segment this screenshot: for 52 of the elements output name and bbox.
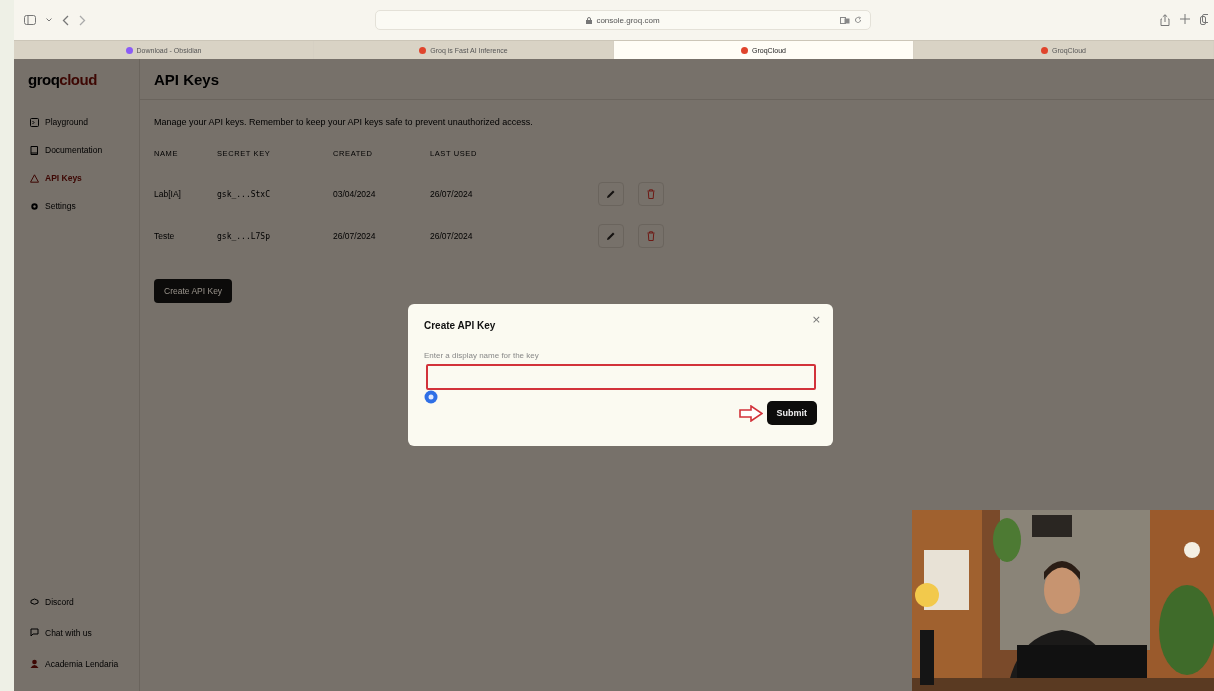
arrow-icon <box>738 404 763 422</box>
warning-triangle-icon <box>30 173 39 183</box>
sidebar-item[interactable]: Playground <box>28 108 129 136</box>
controller-icon <box>30 597 39 606</box>
avatar-icon <box>30 659 39 668</box>
table-cell: 03/04/2024 <box>333 173 430 215</box>
sidebar-item[interactable]: Documentation <box>28 136 129 164</box>
table-cell: gsk_...L7Sp <box>217 215 333 257</box>
tabs-icon[interactable] <box>1200 14 1208 25</box>
chevron-down-icon[interactable] <box>46 18 52 22</box>
settings-icon <box>30 201 39 211</box>
close-button[interactable]: × <box>809 313 823 326</box>
sidebar-item[interactable]: Discord <box>28 586 129 617</box>
share-icon[interactable] <box>1160 14 1170 26</box>
chat-icon <box>30 628 39 637</box>
sidebar-item[interactable]: Chat with us <box>28 617 129 648</box>
sidebar-item[interactable]: API Keys <box>28 164 129 192</box>
table-cell: Lab[IA] <box>154 173 217 215</box>
edit-button[interactable] <box>598 182 624 206</box>
reload-icon[interactable] <box>854 16 862 24</box>
field-label: Enter a display name for the key <box>424 351 540 360</box>
table-cell: Teste <box>154 215 217 257</box>
table-cell: 26/07/2024 <box>333 215 430 257</box>
forward-icon[interactable] <box>79 14 86 26</box>
address-bar[interactable]: console.groq.com <box>375 10 871 30</box>
table-cell-text: 26/07/2024 <box>430 230 474 243</box>
pencil-icon <box>606 231 616 241</box>
trash-icon <box>647 231 655 241</box>
description-text: Manage your API keys. Remember to keep your API keys safe to prevent unauthorized access. <box>154 117 534 127</box>
trash-icon <box>647 189 655 199</box>
edit-button[interactable] <box>598 224 624 248</box>
terminal-icon <box>30 117 39 127</box>
groqcloud-logo: groqcloud <box>28 71 97 88</box>
pencil-icon <box>606 189 616 199</box>
table-cell-text: 26/07/2024 <box>430 188 474 201</box>
table-cell: gsk_...StxC <box>217 173 333 215</box>
back-icon[interactable] <box>62 14 69 26</box>
dialog-title: Create API Key <box>424 320 497 331</box>
page-title: API Keys <box>140 59 1214 100</box>
cursor-ring-icon <box>424 390 438 404</box>
new-tab-icon[interactable] <box>1180 14 1190 24</box>
delete-button[interactable] <box>638 182 664 206</box>
sidebar-item[interactable]: Settings <box>28 192 129 220</box>
lock-icon <box>586 16 593 24</box>
book-icon <box>30 145 39 155</box>
sidebar-icon[interactable] <box>24 15 36 25</box>
submit-button[interactable]: Submit <box>766 401 817 425</box>
delete-button[interactable] <box>638 224 664 248</box>
url-text: console.groq.com <box>596 15 660 25</box>
sidebar-item[interactable]: Academia Lendaria <box>28 648 129 679</box>
create-api-key-button[interactable]: Create API Key <box>154 279 233 303</box>
name-input-field[interactable] <box>426 364 816 390</box>
